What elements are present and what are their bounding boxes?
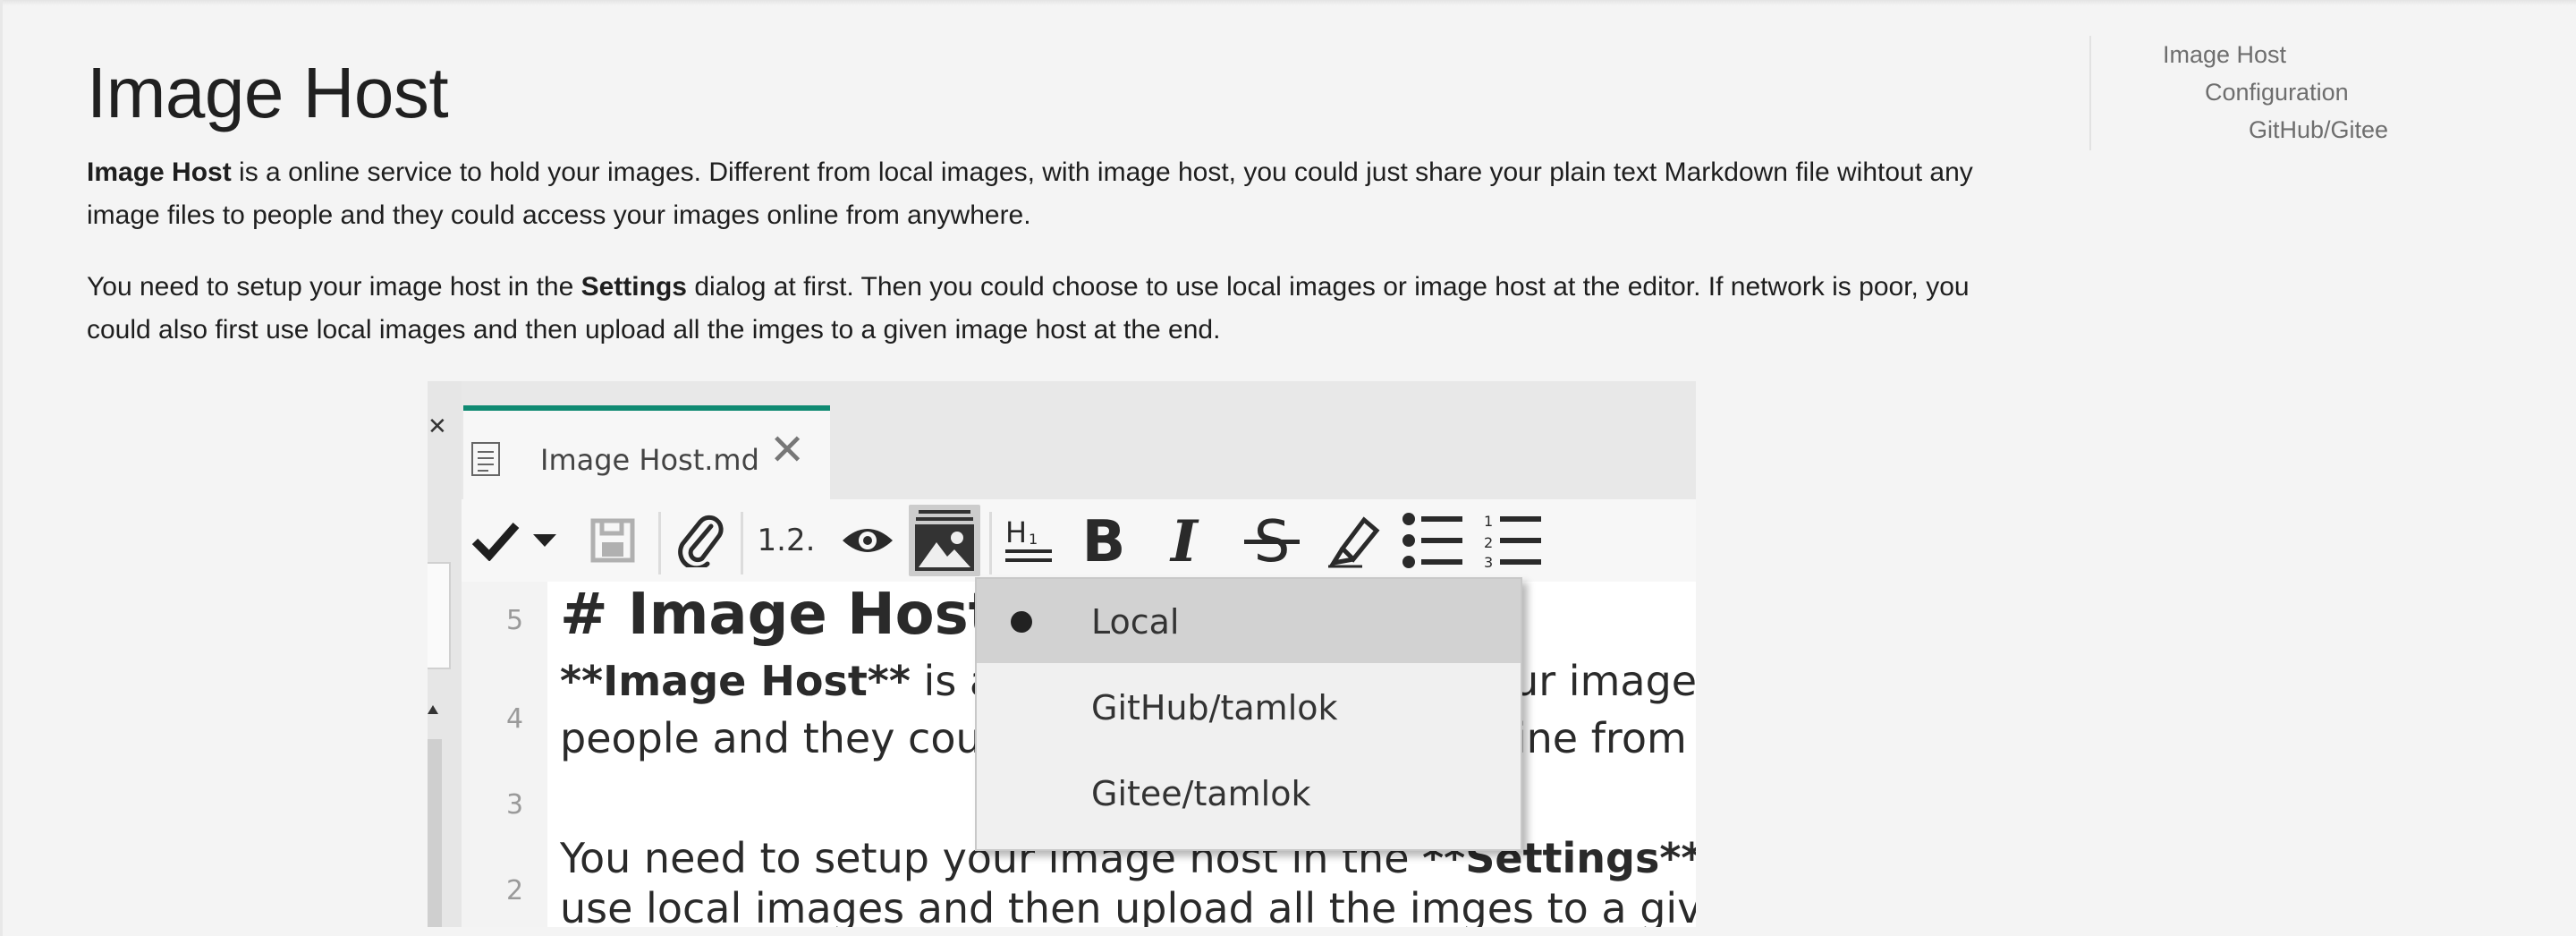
left-panel <box>428 381 462 927</box>
svg-text:3: 3 <box>1484 554 1493 569</box>
editor-screenshot: ✕ Image Host.md ✕ 1.2. H 1 B I S 1 2 3 5… <box>428 381 1696 927</box>
line-number-gutter: 5 4 3 2 <box>462 582 547 927</box>
bullet-list-icon[interactable] <box>1397 499 1469 582</box>
section-number-label: 1.2. <box>757 523 816 558</box>
radio-dot-icon <box>1011 611 1032 633</box>
highlight-icon[interactable] <box>1318 499 1390 582</box>
left-panel-box <box>428 562 451 669</box>
menu-item-gitee[interactable]: Gitee/tamlok <box>977 751 1521 835</box>
line-number: 5 <box>506 605 524 636</box>
toc-item-image-host[interactable]: Image Host <box>2163 41 2286 69</box>
toc-item-configuration[interactable]: Configuration <box>2205 79 2349 106</box>
line-number: 3 <box>506 789 524 821</box>
svg-text:B: B <box>1082 513 1126 568</box>
left-panel-scrollbar[interactable] <box>428 739 442 927</box>
svg-text:I: I <box>1169 513 1199 568</box>
line-number: 4 <box>506 703 524 735</box>
svg-text:1: 1 <box>1029 531 1038 548</box>
setup-text-before: You need to setup your image host in the <box>87 272 581 302</box>
tab-label: Image Host.md <box>540 443 759 477</box>
check-icon[interactable] <box>467 499 524 582</box>
toolbar-separator <box>989 512 992 574</box>
left-edge <box>0 0 3 936</box>
toolbar-separator <box>741 512 743 574</box>
collapse-arrow-icon[interactable] <box>428 705 438 714</box>
intro-text: is a online service to hold your images.… <box>87 157 1973 230</box>
preview-icon[interactable] <box>835 499 900 582</box>
line-number: 2 <box>506 875 524 906</box>
document-icon <box>471 442 500 476</box>
menu-item-label: Gitee/tamlok <box>1091 774 1311 813</box>
close-panel-icon[interactable]: ✕ <box>428 413 447 440</box>
setup-paragraph: You need to setup your image host in the… <box>87 266 1992 352</box>
section-number-button[interactable]: 1.2. <box>748 499 825 582</box>
tab-close-icon[interactable]: ✕ <box>769 429 805 472</box>
bold-icon[interactable]: B <box>1068 499 1140 582</box>
menu-item-local[interactable]: Local <box>977 579 1521 663</box>
strikethrough-icon[interactable]: S <box>1233 499 1311 582</box>
svg-text:2: 2 <box>1484 534 1493 551</box>
editor-toolbar: 1.2. H 1 B I S 1 2 3 <box>462 499 1696 582</box>
toc-item-github-gitee[interactable]: GitHub/Gitee <box>2249 116 2388 144</box>
editor-bold-markup: **Image Host** <box>560 657 911 705</box>
image-host-dropdown: Local GitHub/tamlok Gitee/tamlok <box>975 577 1522 851</box>
toolbar-separator <box>658 512 661 574</box>
image-host-icon[interactable] <box>909 505 980 576</box>
tab-image-host-md[interactable]: Image Host.md ✕ <box>463 405 830 501</box>
chevron-down-icon[interactable] <box>530 499 560 582</box>
save-icon[interactable] <box>585 499 640 582</box>
menu-item-label: Local <box>1091 602 1180 642</box>
top-shadow <box>0 0 2576 5</box>
page-title: Image Host <box>87 53 449 132</box>
settings-bold-term: Settings <box>580 272 687 302</box>
toc-divider <box>2089 36 2091 150</box>
menu-item-label: GitHub/tamlok <box>1091 688 1338 728</box>
attach-icon[interactable] <box>673 499 728 582</box>
heading-icon[interactable]: H 1 <box>998 499 1061 582</box>
intro-bold-term: Image Host <box>87 157 232 187</box>
intro-paragraph: Image Host is a online service to hold y… <box>87 151 1992 237</box>
italic-icon[interactable]: I <box>1148 499 1220 582</box>
numbered-list-icon[interactable]: 1 2 3 <box>1476 499 1547 582</box>
svg-text:1: 1 <box>1484 513 1493 530</box>
menu-item-github[interactable]: GitHub/tamlok <box>977 665 1521 749</box>
svg-text:H: H <box>1005 515 1027 549</box>
editor-text-line: use local images and then upload all the… <box>560 884 1696 927</box>
editor-heading-line: # Image Host <box>560 582 996 648</box>
